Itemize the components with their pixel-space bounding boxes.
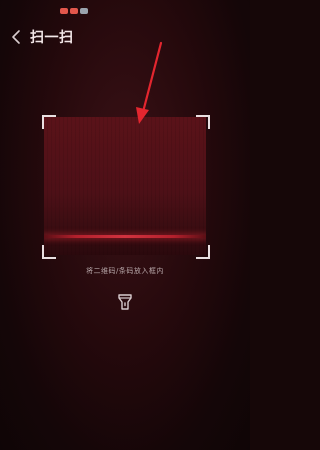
- back-button[interactable]: [8, 26, 26, 48]
- viewfinder-corner-bottom-right: [196, 245, 210, 259]
- viewfinder-corner-bottom-left: [42, 245, 56, 259]
- viewfinder-corner-top-right: [196, 115, 210, 129]
- page-title: 扫一扫: [30, 30, 74, 46]
- status-bar-icons: [60, 8, 88, 14]
- scan-viewfinder: [44, 117, 206, 255]
- scan-screen: 扫一扫 将二维码/条码放入框内: [0, 0, 250, 450]
- chevron-left-icon: [12, 30, 20, 44]
- viewfinder-corner-top-left: [42, 115, 56, 129]
- flashlight-icon: [118, 294, 132, 310]
- scan-line: [44, 235, 206, 238]
- notification-icon: [80, 8, 88, 14]
- notification-icon: [60, 8, 68, 14]
- notification-icon: [70, 8, 78, 14]
- scan-hint: 将二维码/条码放入框内: [86, 267, 164, 275]
- header: 扫一扫: [0, 24, 250, 50]
- flashlight-button[interactable]: [116, 292, 134, 312]
